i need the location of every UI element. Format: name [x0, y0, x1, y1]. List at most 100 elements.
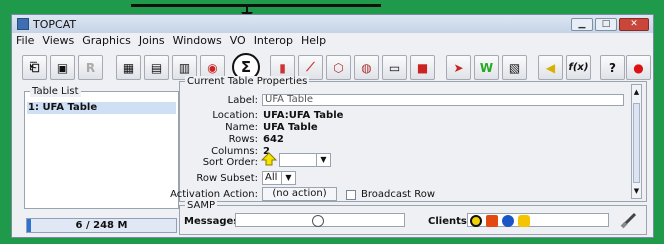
- load-table-button[interactable]: ⎗: [22, 55, 47, 80]
- table-plot-button[interactable]: ▭: [382, 55, 407, 80]
- multi-window-button[interactable]: ▧: [502, 55, 527, 80]
- pair-match-icon: ➤: [453, 60, 464, 75]
- name-value: UFA Table: [263, 122, 318, 133]
- properties-scrollbar[interactable]: ▲ ▼: [631, 84, 642, 199]
- scrollbar-thumb[interactable]: [633, 103, 640, 183]
- sort-direction-icon[interactable]: [261, 152, 277, 166]
- columns-label: Columns:: [211, 146, 258, 157]
- samp-panel: SAMP Messages: Clients:: [179, 200, 647, 235]
- pair-match-button[interactable]: ➤: [446, 55, 471, 80]
- title-bar: TOPCAT ▁ □ ✕: [12, 15, 653, 33]
- sphere-plot-button[interactable]: ◍: [354, 55, 379, 80]
- table-list-title: Table List: [30, 86, 81, 97]
- menu-interop[interactable]: Interop: [254, 34, 293, 47]
- messages-field[interactable]: [235, 213, 405, 227]
- row-subset-select[interactable]: All ▼: [262, 171, 296, 185]
- client-icon-topcat: [502, 215, 514, 227]
- location-value: UFA:UFA Table: [263, 110, 344, 121]
- concatenate-icon: W: [479, 60, 494, 75]
- multi-window-icon: ▧: [508, 60, 521, 75]
- menu-views[interactable]: Views: [42, 34, 74, 47]
- location-label: Location:: [212, 110, 258, 121]
- exit-icon: ●: [633, 60, 644, 75]
- label-label: Label:: [227, 95, 258, 106]
- help-icon: ?: [609, 60, 616, 75]
- menu-graphics[interactable]: Graphics: [82, 34, 131, 47]
- save-table-icon: ▣: [56, 60, 69, 75]
- samp-connector-icon[interactable]: [620, 211, 638, 229]
- activation-action-button[interactable]: ◀: [538, 55, 563, 80]
- plane-plot-icon: ⟋: [306, 60, 315, 74]
- broadcast-button[interactable]: R: [78, 55, 103, 80]
- function-icon: f(x): [568, 62, 589, 73]
- load-table-icon: ⎗: [29, 60, 40, 74]
- subsets-button[interactable]: ▤: [144, 55, 169, 80]
- left-panel: Table List 1: UFA Table 6 / 248 M: [24, 86, 179, 235]
- rows-value: 642: [263, 134, 284, 145]
- columns-button[interactable]: ▦: [116, 55, 141, 80]
- client-icon-hub: [470, 215, 482, 227]
- memory-monitor[interactable]: 6 / 248 M: [26, 218, 177, 233]
- clients-field[interactable]: [467, 213, 609, 227]
- menu-bar: File Views Graphics Joins Windows VO Int…: [12, 33, 653, 48]
- message-status-icon: [312, 215, 324, 227]
- table-list: Table List 1: UFA Table: [24, 86, 179, 209]
- concatenate-button[interactable]: W: [474, 55, 499, 80]
- table-plot-icon: ▭: [388, 60, 401, 75]
- menu-help[interactable]: Help: [301, 34, 326, 47]
- cube-plot-button[interactable]: ⬡: [326, 55, 351, 80]
- activation-action-button[interactable]: (no action): [262, 187, 337, 201]
- label-field[interactable]: UFA Table: [262, 94, 624, 106]
- window-title: TOPCAT: [33, 17, 77, 31]
- broadcast-row-label: Broadcast Row: [361, 189, 436, 200]
- maximize-button[interactable]: □: [595, 17, 617, 31]
- table-list-item[interactable]: 1: UFA Table: [27, 102, 176, 114]
- properties-title: Current Table Properties: [185, 76, 310, 87]
- density-plot-icon: ■: [416, 60, 429, 75]
- help-button[interactable]: ?: [600, 55, 625, 80]
- menu-windows[interactable]: Windows: [173, 34, 222, 47]
- current-table-properties: Current Table Properties Label: UFA Tabl…: [170, 76, 647, 202]
- statistics-icon: Σ: [240, 58, 252, 76]
- density-plot-button[interactable]: ■: [410, 55, 435, 80]
- broadcast-row-checkbox[interactable]: [346, 190, 356, 200]
- chevron-down-icon: ▼: [316, 154, 330, 166]
- scroll-down-icon[interactable]: ▼: [633, 186, 640, 196]
- clients-label: Clients:: [428, 216, 471, 227]
- histogram-icon: ▮: [279, 60, 286, 75]
- sphere-plot-icon: ◍: [361, 60, 372, 75]
- toolbar: ⎗ ▣ R ▦ ▤ ▥ ◉ Σ ▮ ⟋ ⬡ ◍ ▭ ■ ➤ W ▧ ◀ f(x)…: [14, 51, 651, 85]
- memory-bar: [27, 219, 31, 232]
- callout-bar: [131, 4, 381, 7]
- sort-order-label: Sort Order:: [202, 157, 258, 168]
- row-subset-label: Row Subset:: [196, 173, 258, 184]
- activation-action-label: Activation Action:: [170, 189, 258, 200]
- minimize-button[interactable]: ▁: [571, 17, 593, 31]
- function-button[interactable]: f(x): [566, 55, 591, 80]
- columns-icon: ▦: [122, 60, 135, 75]
- client-icon-ds9: [518, 215, 530, 227]
- exit-button[interactable]: ●: [626, 55, 651, 80]
- window-controls: ▁ □ ✕: [571, 17, 649, 31]
- row-subset-value: All: [265, 172, 278, 183]
- activation-action-icon: ◀: [545, 60, 556, 75]
- subsets-icon: ▤: [150, 60, 163, 75]
- app-icon: [17, 18, 29, 30]
- menu-joins[interactable]: Joins: [139, 34, 165, 47]
- close-button[interactable]: ✕: [619, 17, 649, 31]
- menu-file[interactable]: File: [16, 34, 34, 47]
- activation-icon: ◉: [207, 60, 218, 75]
- menu-vo[interactable]: VO: [230, 34, 246, 47]
- client-icon-aladin: [486, 215, 498, 227]
- name-label: Name:: [225, 122, 258, 133]
- scroll-up-icon[interactable]: ▲: [633, 87, 640, 97]
- sort-column-select[interactable]: ▼: [279, 153, 331, 167]
- broadcast-icon: R: [85, 60, 96, 75]
- topcat-window: TOPCAT ▁ □ ✕ File Views Graphics Joins W…: [11, 14, 654, 238]
- cube-plot-icon: ⬡: [333, 60, 344, 75]
- memory-text: 6 / 248 M: [75, 220, 128, 231]
- save-table-button[interactable]: ▣: [50, 55, 75, 80]
- parameters-icon: ▥: [178, 60, 191, 75]
- chevron-down-icon: ▼: [281, 172, 295, 184]
- rows-label: Rows:: [228, 134, 258, 145]
